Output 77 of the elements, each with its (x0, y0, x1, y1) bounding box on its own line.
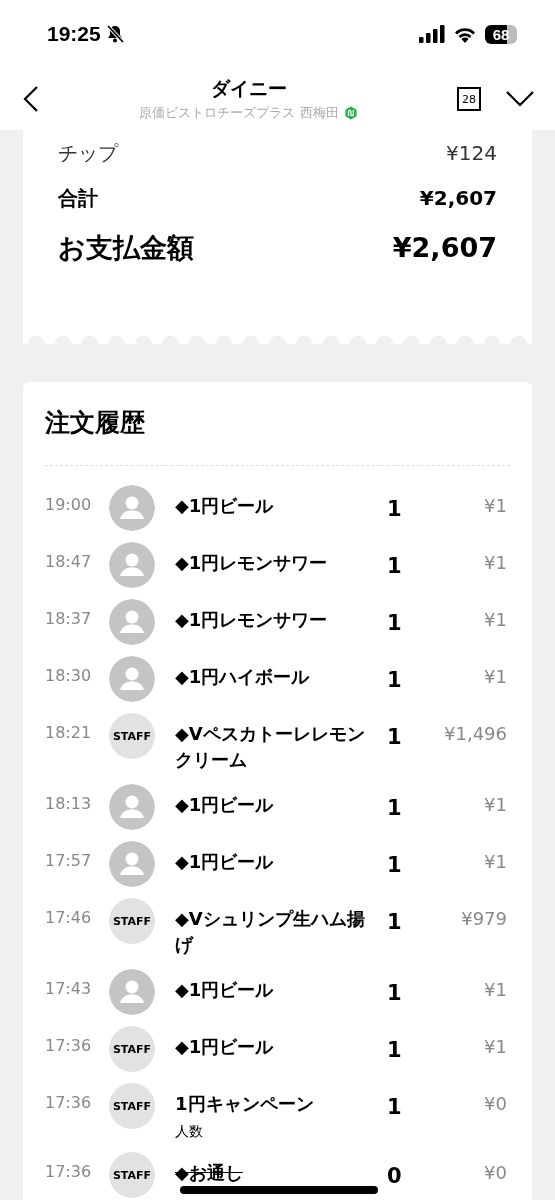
user-avatar-icon (109, 656, 155, 702)
item-quantity: 0 (386, 1163, 403, 1188)
order-time: 17:36 (45, 1035, 93, 1055)
restaurant-name: 原価ビストロチーズプラス 西梅田 (139, 104, 339, 122)
item-quantity: 1 (386, 553, 403, 578)
badge-icon (343, 106, 358, 120)
staff-avatar: STAFF (109, 1152, 155, 1198)
user-avatar-icon (109, 969, 155, 1015)
item-quantity: 1 (386, 909, 403, 934)
item-price: ¥1 (484, 851, 507, 872)
user-avatar-icon (109, 599, 155, 645)
item-quantity: 1 (386, 724, 403, 749)
signal-icon (419, 25, 445, 43)
page-title: ダイニー (210, 76, 287, 101)
summary-amount: ¥2,607 (419, 186, 497, 210)
item-price: ¥1,496 (444, 723, 507, 744)
item-name: ◆1円ビール (175, 793, 275, 817)
item-price: ¥1 (484, 979, 507, 1000)
user-avatar-icon (109, 485, 155, 531)
order-time: 18:37 (45, 608, 93, 628)
calendar-button[interactable]: 28 (457, 87, 481, 111)
item-price: ¥1 (484, 495, 507, 516)
status-time: 19:25 (47, 22, 101, 46)
staff-avatar: STAFF (109, 713, 155, 759)
item-name: ◆1円ビール (175, 1035, 275, 1059)
order-time: 17:57 (45, 850, 93, 870)
item-quantity: 1 (386, 852, 403, 877)
item-name: ◆1円ハイボール (175, 665, 311, 689)
item-price: ¥1 (484, 552, 507, 573)
item-quantity: 1 (386, 980, 403, 1005)
order-time: 18:47 (45, 551, 93, 571)
order-time: 19:00 (45, 494, 93, 514)
item-name: ◆1円レモンサワー (175, 551, 329, 575)
item-price: ¥979 (461, 908, 507, 929)
order-time: 18:21 (45, 722, 93, 742)
user-avatar-icon (109, 542, 155, 588)
summary-amount: ¥124 (446, 141, 497, 165)
section-title: 注文履歴 (45, 407, 146, 439)
item-price: ¥0 (484, 1162, 507, 1183)
summary-label: チップ (58, 140, 118, 167)
item-name: ◆Vペスカトーレレモンクリーム (175, 722, 366, 772)
staff-avatar: STAFF (109, 1026, 155, 1072)
item-quantity: 1 (386, 496, 403, 521)
staff-avatar: STAFF (109, 898, 155, 944)
order-time: 17:46 (45, 907, 93, 927)
item-note: 人数 (175, 1123, 204, 1141)
item-price: ¥1 (484, 794, 507, 815)
staff-avatar: STAFF (109, 1083, 155, 1129)
item-name: ◆1円ビール (175, 494, 275, 518)
item-price: ¥1 (484, 666, 507, 687)
item-quantity: 1 (386, 1037, 403, 1062)
summary-label: お支払金額 (58, 231, 194, 265)
wifi-icon (453, 25, 477, 43)
item-name: ◆1円ビール (175, 978, 275, 1002)
item-quantity: 1 (386, 610, 403, 635)
order-time: 17:36 (45, 1092, 93, 1112)
order-time: 17:36 (45, 1161, 93, 1181)
item-price: ¥1 (484, 1036, 507, 1057)
back-icon[interactable] (22, 85, 40, 113)
item-price: ¥0 (484, 1093, 507, 1114)
item-price: ¥1 (484, 609, 507, 630)
item-quantity: 1 (386, 795, 403, 820)
order-time: 18:13 (45, 793, 93, 813)
item-quantity: 1 (386, 1094, 403, 1119)
order-time: 17:43 (45, 978, 93, 998)
item-name: ◆1円レモンサワー (175, 608, 329, 632)
item-quantity: 1 (386, 667, 403, 692)
item-name: ◆お通し (175, 1161, 244, 1185)
item-name: ◆Vシュリンプ生ハム揚げ (175, 907, 366, 957)
user-avatar-icon (109, 841, 155, 887)
summary-label: 合計 (58, 185, 98, 212)
order-time: 18:30 (45, 665, 93, 685)
chevron-down-icon[interactable] (505, 90, 535, 108)
item-name: ◆1円ビール (175, 850, 275, 874)
user-avatar-icon (109, 784, 155, 830)
item-name: 1円キャンペーン (175, 1092, 315, 1116)
summary-amount: ¥2,607 (392, 232, 497, 263)
